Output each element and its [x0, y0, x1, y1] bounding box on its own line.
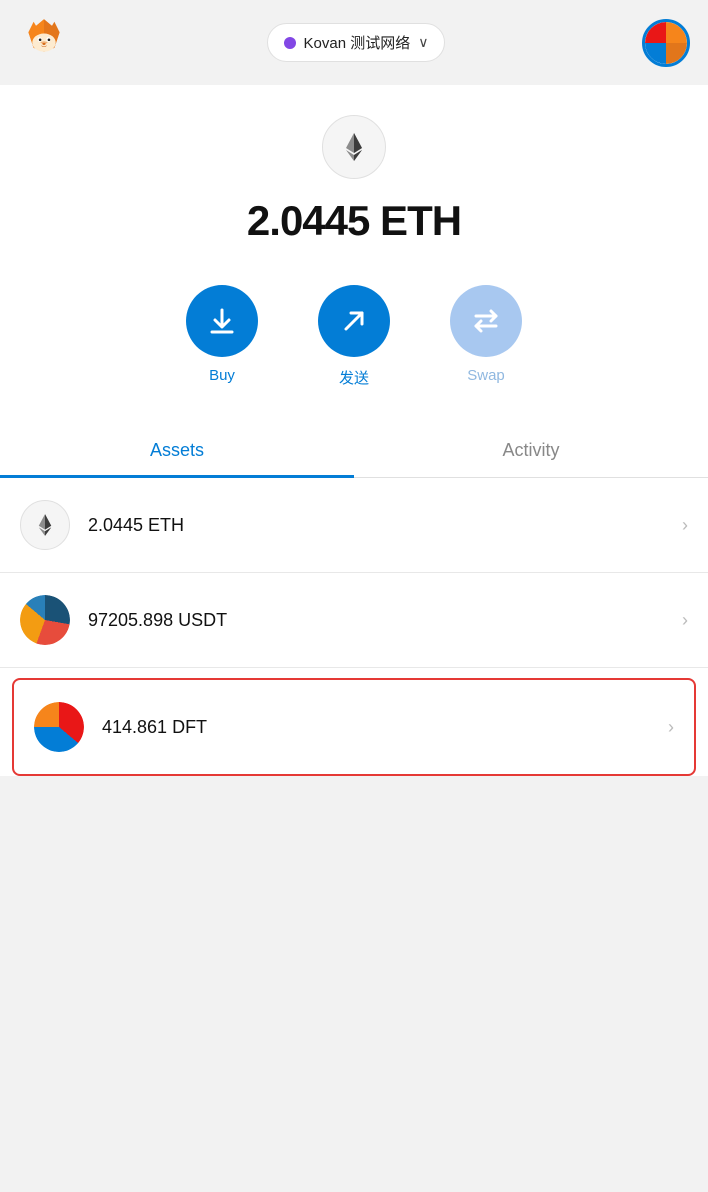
asset-list: 2.0445 ETH › 97205.898 USDT › 414.861 DF…	[0, 478, 708, 776]
send-button[interactable]	[318, 285, 390, 357]
main-content: 2.0445 ETH Buy 发送	[0, 85, 708, 776]
usdt-asset-amount: 97205.898 USDT	[88, 610, 227, 631]
asset-item-usdt[interactable]: 97205.898 USDT ›	[0, 573, 708, 668]
dft-asset-amount: 414.861 DFT	[102, 717, 207, 738]
eth-asset-icon	[20, 500, 70, 550]
dft-icon-circle	[34, 702, 84, 752]
chevron-right-icon-3: ›	[668, 717, 674, 738]
send-action-group[interactable]: 发送	[318, 285, 390, 388]
send-icon	[339, 306, 369, 336]
buy-action-group[interactable]: Buy	[186, 285, 258, 388]
download-icon	[207, 306, 237, 336]
asset-item-eth[interactable]: 2.0445 ETH ›	[0, 478, 708, 573]
main-tabs: Assets Activity	[0, 424, 708, 478]
usdt-icon-circle	[20, 595, 70, 645]
swap-label: Swap	[467, 367, 505, 384]
tab-activity[interactable]: Activity	[354, 424, 708, 477]
ethereum-icon	[336, 129, 372, 165]
eth-logo-circle	[322, 115, 386, 179]
eth-asset-amount: 2.0445 ETH	[88, 515, 184, 536]
account-avatar[interactable]	[642, 19, 690, 67]
tab-assets[interactable]: Assets	[0, 424, 354, 477]
app-header: Kovan 测试网络 ∨	[0, 0, 708, 85]
metamask-logo	[18, 14, 70, 71]
buy-button[interactable]	[186, 285, 258, 357]
chevron-down-icon: ∨	[418, 34, 428, 51]
action-buttons: Buy 发送 Swap	[0, 275, 708, 424]
eth-small-icon	[31, 511, 59, 539]
swap-action-group[interactable]: Swap	[450, 285, 522, 388]
eth-icon-wrapper	[0, 85, 708, 179]
buy-label: Buy	[209, 367, 235, 384]
swap-icon	[471, 306, 501, 336]
network-status-dot	[284, 37, 296, 49]
usdt-asset-icon	[20, 595, 70, 645]
balance-amount: 2.0445 ETH	[247, 197, 461, 244]
chevron-right-icon: ›	[682, 515, 688, 536]
avatar-colorful	[645, 22, 687, 64]
network-name: Kovan 测试网络	[304, 32, 411, 53]
chevron-right-icon-2: ›	[682, 610, 688, 631]
balance-section: 2.0445 ETH	[0, 179, 708, 275]
asset-item-dft[interactable]: 414.861 DFT ›	[12, 678, 696, 776]
dft-asset-icon	[34, 702, 84, 752]
swap-button[interactable]	[450, 285, 522, 357]
send-label: 发送	[339, 367, 369, 388]
network-selector[interactable]: Kovan 测试网络 ∨	[267, 23, 446, 62]
